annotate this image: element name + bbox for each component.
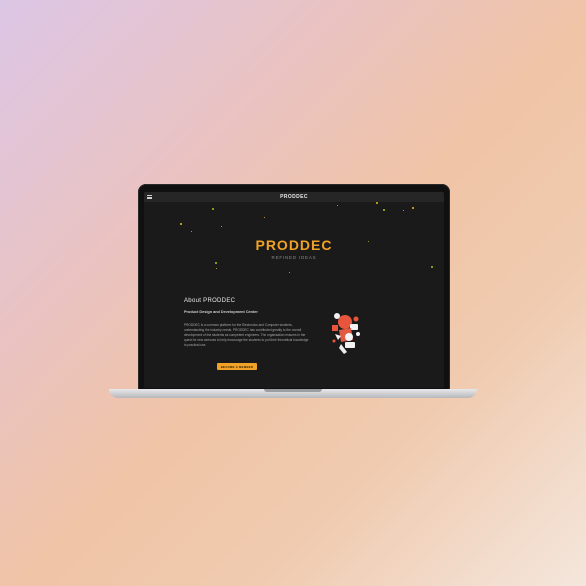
star-dot — [403, 210, 404, 211]
hamburger-menu-icon[interactable] — [147, 195, 152, 199]
star-dot — [180, 223, 182, 225]
creative-ideas-illustration-icon — [332, 313, 360, 354]
about-heading: About PRODDEC — [184, 298, 236, 304]
laptop-lid: PRODDEC PRODDEC REFINED IDEAS About PROD… — [138, 184, 450, 392]
star-dot — [191, 231, 192, 232]
laptop-notch — [264, 389, 322, 392]
website-screen: PRODDEC PRODDEC REFINED IDEAS About PROD… — [144, 192, 444, 388]
star-dot — [383, 209, 385, 211]
nav-brand[interactable]: PRODDEC — [280, 194, 308, 200]
star-dot — [212, 208, 214, 210]
become-member-button[interactable]: BECOME A MEMBER — [217, 363, 257, 370]
about-subheading: Product Design and Development Center — [184, 310, 258, 314]
hero-subtitle: REFINED IDEAS — [271, 255, 317, 260]
laptop-mockup: PRODDEC PRODDEC REFINED IDEAS About PROD… — [0, 0, 586, 586]
about-section: About PRODDEC Product Design and Develop… — [184, 298, 309, 348]
about-body: PRODDEC is a common platform for the Ele… — [184, 323, 309, 347]
star-dot — [289, 272, 290, 273]
star-dot — [412, 207, 414, 209]
star-dot — [431, 266, 433, 268]
hero-title: PRODDEC — [255, 237, 333, 253]
star-dot — [221, 226, 222, 227]
navbar: PRODDEC — [144, 192, 444, 202]
star-dot — [376, 202, 378, 204]
star-dot — [215, 262, 217, 264]
star-dot — [216, 268, 217, 269]
star-dot — [264, 217, 265, 218]
star-dot — [337, 205, 338, 206]
